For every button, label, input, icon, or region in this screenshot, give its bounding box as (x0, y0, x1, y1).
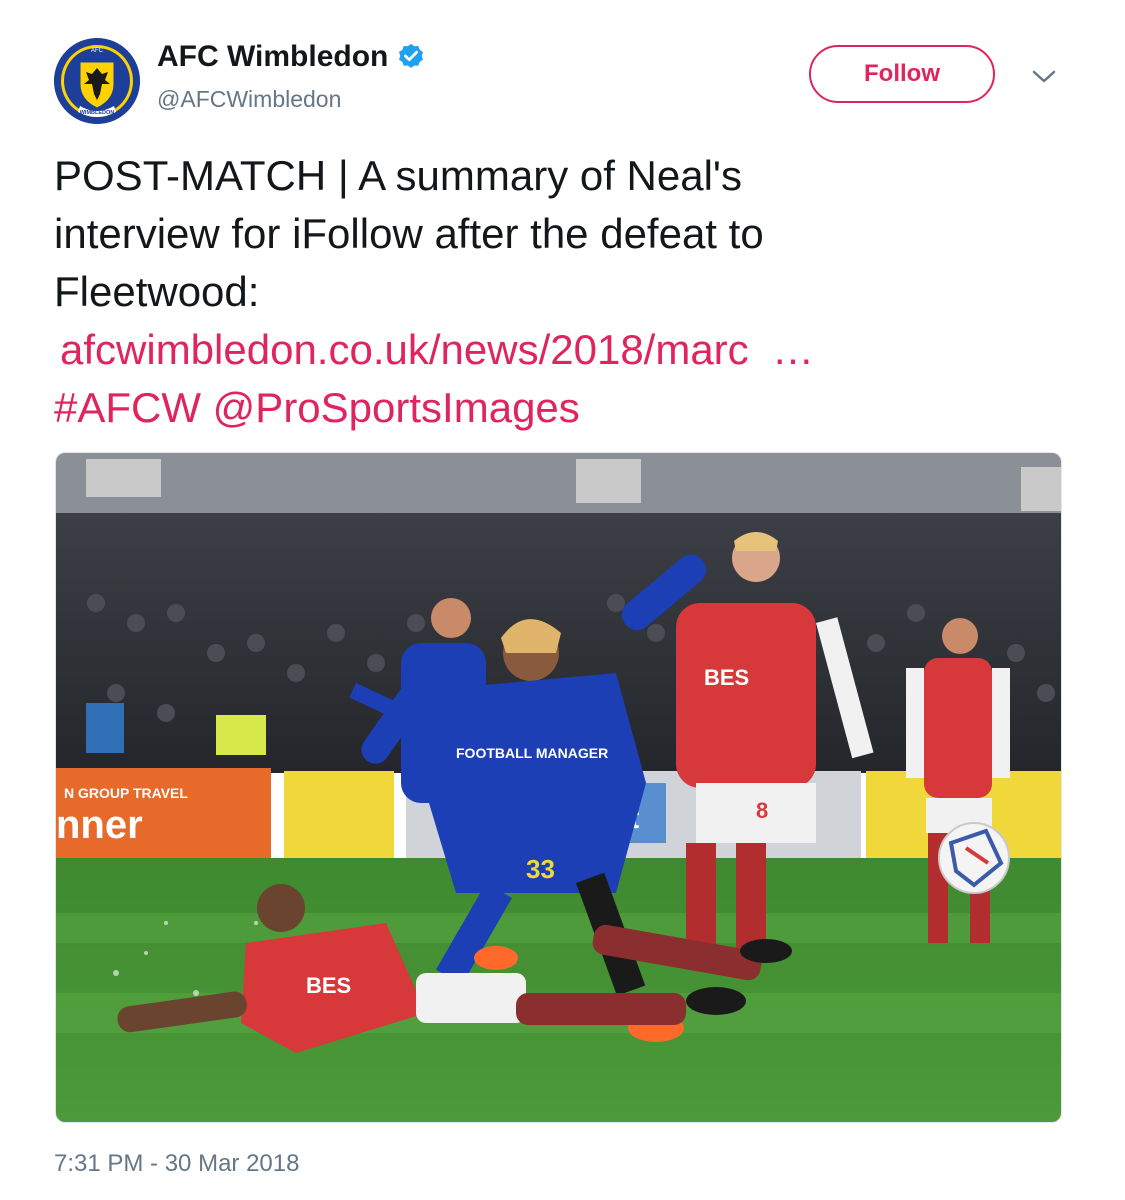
user-handle[interactable]: @AFCWimbledon (157, 86, 341, 113)
follow-button[interactable]: Follow (809, 45, 995, 103)
link-ellipsis: … (749, 326, 814, 373)
sliding-player-sponsor: BES (306, 973, 351, 998)
tweet-timestamp[interactable]: 7:31 PM - 30 Mar 2018 (54, 1150, 299, 1178)
ellipsis-text: … (772, 326, 815, 373)
display-name-text: AFC Wimbledon (157, 40, 389, 73)
hashtag-link[interactable]: #AFCW (54, 384, 201, 431)
ad-board-left-small: N GROUP TRAVEL (64, 785, 188, 801)
tweet-photo[interactable]: N GROUP TRAVEL nner ourgolft (55, 452, 1062, 1123)
ad-board-left: nner (56, 803, 143, 847)
tweet-card: AFC WIMBLEDON AFC Wimbledon @AFCWimbledo… (0, 0, 1125, 1200)
article-link[interactable]: afcwimbledon.co.uk/news/2018/marc (60, 326, 749, 373)
club-crest-icon: AFC WIMBLEDON (54, 38, 140, 124)
red-shirt-number: 8 (756, 798, 768, 823)
avatar-badge-top: AFC (91, 48, 104, 54)
football-match-photo: N GROUP TRAVEL nner ourgolft (56, 453, 1061, 1122)
avatar[interactable]: AFC WIMBLEDON (54, 38, 140, 124)
chevron-down-icon[interactable] (1030, 66, 1058, 88)
link-line: afcwimbledon.co.uk/news/2018/marc … (54, 321, 1064, 379)
avatar-badge-bottom: WIMBLEDON (80, 110, 115, 116)
tags-line: #AFCW @ProSportsImages (54, 379, 1064, 437)
verified-badge-icon (396, 42, 426, 72)
tweet-text-line: Fleetwood: (54, 268, 260, 315)
red-shirt-sponsor: BES (704, 665, 749, 690)
blue-shirt-sponsor: FOOTBALL MANAGER (456, 745, 608, 761)
tweet-text: POST-MATCH | A summary of Neal's intervi… (54, 147, 1064, 437)
mention-link[interactable]: @ProSportsImages (213, 384, 580, 431)
tweet-text-line: POST-MATCH | A summary of Neal's (54, 152, 742, 199)
tweet-text-line: interview for iFollow after the defeat t… (54, 210, 764, 257)
display-name[interactable]: AFC Wimbledon (157, 40, 426, 74)
blue-shirt-number: 33 (526, 854, 555, 884)
